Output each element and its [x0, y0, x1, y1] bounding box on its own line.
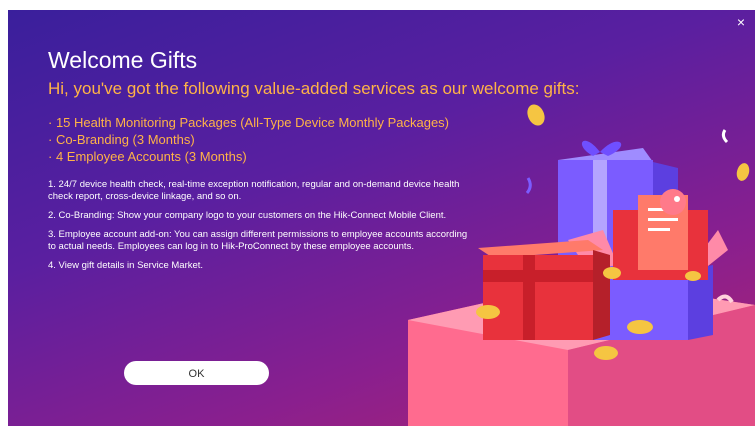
- ok-button[interactable]: OK: [124, 361, 269, 385]
- dialog-title: Welcome Gifts: [48, 47, 198, 73]
- close-button[interactable]: ×: [733, 14, 749, 30]
- welcome-gifts-dialog: × Welcome Gifts Hi, you've got the follo…: [8, 10, 755, 426]
- character-icon: [660, 189, 686, 215]
- red-gift-box: [478, 240, 610, 340]
- gift-boxes-illustration: [408, 104, 755, 426]
